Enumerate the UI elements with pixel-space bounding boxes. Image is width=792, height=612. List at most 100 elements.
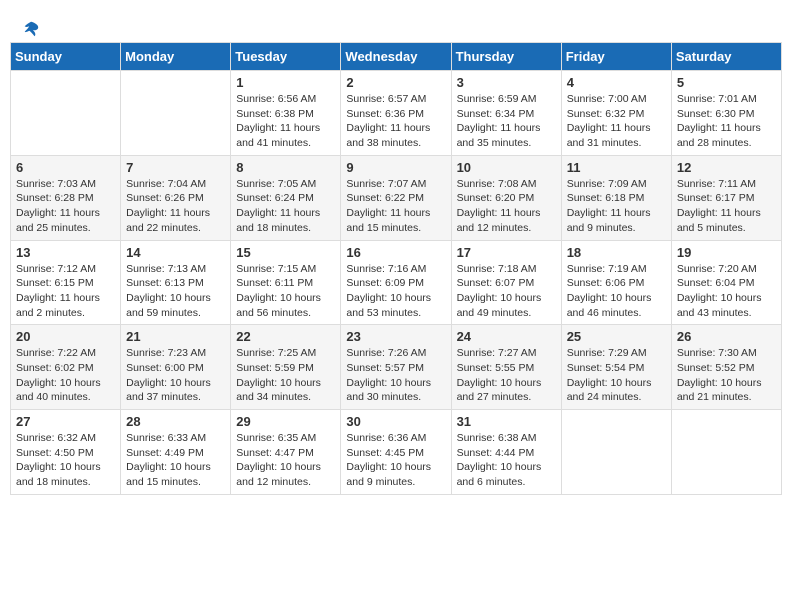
calendar-cell: 12 Sunrise: 7:11 AMSunset: 6:17 PMDayligh…	[671, 155, 781, 240]
calendar-cell: 3 Sunrise: 6:59 AMSunset: 6:34 PMDaylight…	[451, 71, 561, 156]
weekday-header-friday: Friday	[561, 43, 671, 71]
day-number: 15	[236, 245, 335, 260]
calendar-cell: 14 Sunrise: 7:13 AMSunset: 6:13 PMDayligh…	[121, 240, 231, 325]
day-info: Sunrise: 7:26 AMSunset: 5:57 PMDaylight:…	[346, 346, 445, 405]
day-info: Sunrise: 7:08 AMSunset: 6:20 PMDaylight:…	[457, 177, 556, 236]
day-number: 18	[567, 245, 666, 260]
logo-bird-icon	[22, 20, 40, 38]
day-number: 16	[346, 245, 445, 260]
calendar-cell: 13 Sunrise: 7:12 AMSunset: 6:15 PMDayligh…	[11, 240, 121, 325]
day-number: 26	[677, 329, 776, 344]
day-info: Sunrise: 6:33 AMSunset: 4:49 PMDaylight:…	[126, 431, 225, 490]
day-number: 27	[16, 414, 115, 429]
day-info: Sunrise: 7:11 AMSunset: 6:17 PMDaylight:…	[677, 177, 776, 236]
weekday-header-tuesday: Tuesday	[231, 43, 341, 71]
weekday-header-saturday: Saturday	[671, 43, 781, 71]
calendar-cell: 8 Sunrise: 7:05 AMSunset: 6:24 PMDaylight…	[231, 155, 341, 240]
day-info: Sunrise: 6:36 AMSunset: 4:45 PMDaylight:…	[346, 431, 445, 490]
day-info: Sunrise: 6:38 AMSunset: 4:44 PMDaylight:…	[457, 431, 556, 490]
day-number: 4	[567, 75, 666, 90]
day-info: Sunrise: 7:00 AMSunset: 6:32 PMDaylight:…	[567, 92, 666, 151]
day-info: Sunrise: 7:18 AMSunset: 6:07 PMDaylight:…	[457, 262, 556, 321]
day-number: 21	[126, 329, 225, 344]
calendar-cell: 30 Sunrise: 6:36 AMSunset: 4:45 PMDayligh…	[341, 410, 451, 495]
day-number: 20	[16, 329, 115, 344]
calendar-table: SundayMondayTuesdayWednesdayThursdayFrid…	[10, 42, 782, 495]
calendar-cell: 31 Sunrise: 6:38 AMSunset: 4:44 PMDayligh…	[451, 410, 561, 495]
day-info: Sunrise: 7:03 AMSunset: 6:28 PMDaylight:…	[16, 177, 115, 236]
day-info: Sunrise: 6:35 AMSunset: 4:47 PMDaylight:…	[236, 431, 335, 490]
day-number: 22	[236, 329, 335, 344]
day-info: Sunrise: 6:57 AMSunset: 6:36 PMDaylight:…	[346, 92, 445, 151]
calendar-cell: 20 Sunrise: 7:22 AMSunset: 6:02 PMDayligh…	[11, 325, 121, 410]
day-number: 17	[457, 245, 556, 260]
day-info: Sunrise: 7:15 AMSunset: 6:11 PMDaylight:…	[236, 262, 335, 321]
calendar-cell: 22 Sunrise: 7:25 AMSunset: 5:59 PMDayligh…	[231, 325, 341, 410]
calendar-cell: 10 Sunrise: 7:08 AMSunset: 6:20 PMDayligh…	[451, 155, 561, 240]
weekday-header-thursday: Thursday	[451, 43, 561, 71]
calendar-cell: 19 Sunrise: 7:20 AMSunset: 6:04 PMDayligh…	[671, 240, 781, 325]
day-number: 13	[16, 245, 115, 260]
day-info: Sunrise: 7:05 AMSunset: 6:24 PMDaylight:…	[236, 177, 335, 236]
day-number: 11	[567, 160, 666, 175]
calendar-cell: 28 Sunrise: 6:33 AMSunset: 4:49 PMDayligh…	[121, 410, 231, 495]
calendar-cell: 18Sunrise: 7:19 AMSunset: 6:06 PMDayligh…	[561, 240, 671, 325]
calendar-cell: 9 Sunrise: 7:07 AMSunset: 6:22 PMDaylight…	[341, 155, 451, 240]
calendar-cell	[561, 410, 671, 495]
calendar-cell	[11, 71, 121, 156]
day-info: Sunrise: 7:25 AMSunset: 5:59 PMDaylight:…	[236, 346, 335, 405]
calendar-cell: 29Sunrise: 6:35 AMSunset: 4:47 PMDayligh…	[231, 410, 341, 495]
day-number: 12	[677, 160, 776, 175]
weekday-header-row: SundayMondayTuesdayWednesdayThursdayFrid…	[11, 43, 782, 71]
day-info: Sunrise: 7:30 AMSunset: 5:52 PMDaylight:…	[677, 346, 776, 405]
day-number: 5	[677, 75, 776, 90]
calendar-cell: 4 Sunrise: 7:00 AMSunset: 6:32 PMDaylight…	[561, 71, 671, 156]
calendar-cell: 15 Sunrise: 7:15 AMSunset: 6:11 PMDayligh…	[231, 240, 341, 325]
weekday-header-monday: Monday	[121, 43, 231, 71]
day-info: Sunrise: 7:22 AMSunset: 6:02 PMDaylight:…	[16, 346, 115, 405]
calendar-cell: 5 Sunrise: 7:01 AMSunset: 6:30 PMDaylight…	[671, 71, 781, 156]
day-number: 31	[457, 414, 556, 429]
week-row-5: 27 Sunrise: 6:32 AMSunset: 4:50 PMDayligh…	[11, 410, 782, 495]
day-number: 14	[126, 245, 225, 260]
day-number: 10	[457, 160, 556, 175]
day-number: 8	[236, 160, 335, 175]
calendar-cell: 25Sunrise: 7:29 AMSunset: 5:54 PMDayligh…	[561, 325, 671, 410]
day-info: Sunrise: 7:23 AMSunset: 6:00 PMDaylight:…	[126, 346, 225, 405]
calendar-cell: 7 Sunrise: 7:04 AMSunset: 6:26 PMDaylight…	[121, 155, 231, 240]
day-info: Sunrise: 7:20 AMSunset: 6:04 PMDaylight:…	[677, 262, 776, 321]
calendar-cell: 17 Sunrise: 7:18 AMSunset: 6:07 PMDayligh…	[451, 240, 561, 325]
calendar-cell: 11 Sunrise: 7:09 AMSunset: 6:18 PMDayligh…	[561, 155, 671, 240]
day-info: Sunrise: 6:32 AMSunset: 4:50 PMDaylight:…	[16, 431, 115, 490]
day-info: Sunrise: 7:07 AMSunset: 6:22 PMDaylight:…	[346, 177, 445, 236]
day-number: 28	[126, 414, 225, 429]
day-info: Sunrise: 7:04 AMSunset: 6:26 PMDaylight:…	[126, 177, 225, 236]
weekday-header-sunday: Sunday	[11, 43, 121, 71]
week-row-1: 1Sunrise: 6:56 AMSunset: 6:38 PMDaylight…	[11, 71, 782, 156]
day-number: 23	[346, 329, 445, 344]
calendar-cell: 23 Sunrise: 7:26 AMSunset: 5:57 PMDayligh…	[341, 325, 451, 410]
day-info: Sunrise: 7:01 AMSunset: 6:30 PMDaylight:…	[677, 92, 776, 151]
day-number: 25	[567, 329, 666, 344]
calendar-cell: 26 Sunrise: 7:30 AMSunset: 5:52 PMDayligh…	[671, 325, 781, 410]
day-number: 3	[457, 75, 556, 90]
day-info: Sunrise: 7:12 AMSunset: 6:15 PMDaylight:…	[16, 262, 115, 321]
day-info: Sunrise: 7:09 AMSunset: 6:18 PMDaylight:…	[567, 177, 666, 236]
calendar-cell: 16 Sunrise: 7:16 AMSunset: 6:09 PMDayligh…	[341, 240, 451, 325]
logo	[20, 20, 40, 32]
calendar-cell: 6Sunrise: 7:03 AMSunset: 6:28 PMDaylight…	[11, 155, 121, 240]
calendar-cell: 2 Sunrise: 6:57 AMSunset: 6:36 PMDaylight…	[341, 71, 451, 156]
day-number: 1	[236, 75, 335, 90]
day-info: Sunrise: 6:59 AMSunset: 6:34 PMDaylight:…	[457, 92, 556, 151]
week-row-2: 6Sunrise: 7:03 AMSunset: 6:28 PMDaylight…	[11, 155, 782, 240]
day-info: Sunrise: 7:16 AMSunset: 6:09 PMDaylight:…	[346, 262, 445, 321]
day-number: 9	[346, 160, 445, 175]
calendar-cell: 27 Sunrise: 6:32 AMSunset: 4:50 PMDayligh…	[11, 410, 121, 495]
day-info: Sunrise: 7:13 AMSunset: 6:13 PMDaylight:…	[126, 262, 225, 321]
day-number: 24	[457, 329, 556, 344]
week-row-3: 13 Sunrise: 7:12 AMSunset: 6:15 PMDayligh…	[11, 240, 782, 325]
day-number: 30	[346, 414, 445, 429]
day-number: 19	[677, 245, 776, 260]
day-number: 2	[346, 75, 445, 90]
day-number: 7	[126, 160, 225, 175]
